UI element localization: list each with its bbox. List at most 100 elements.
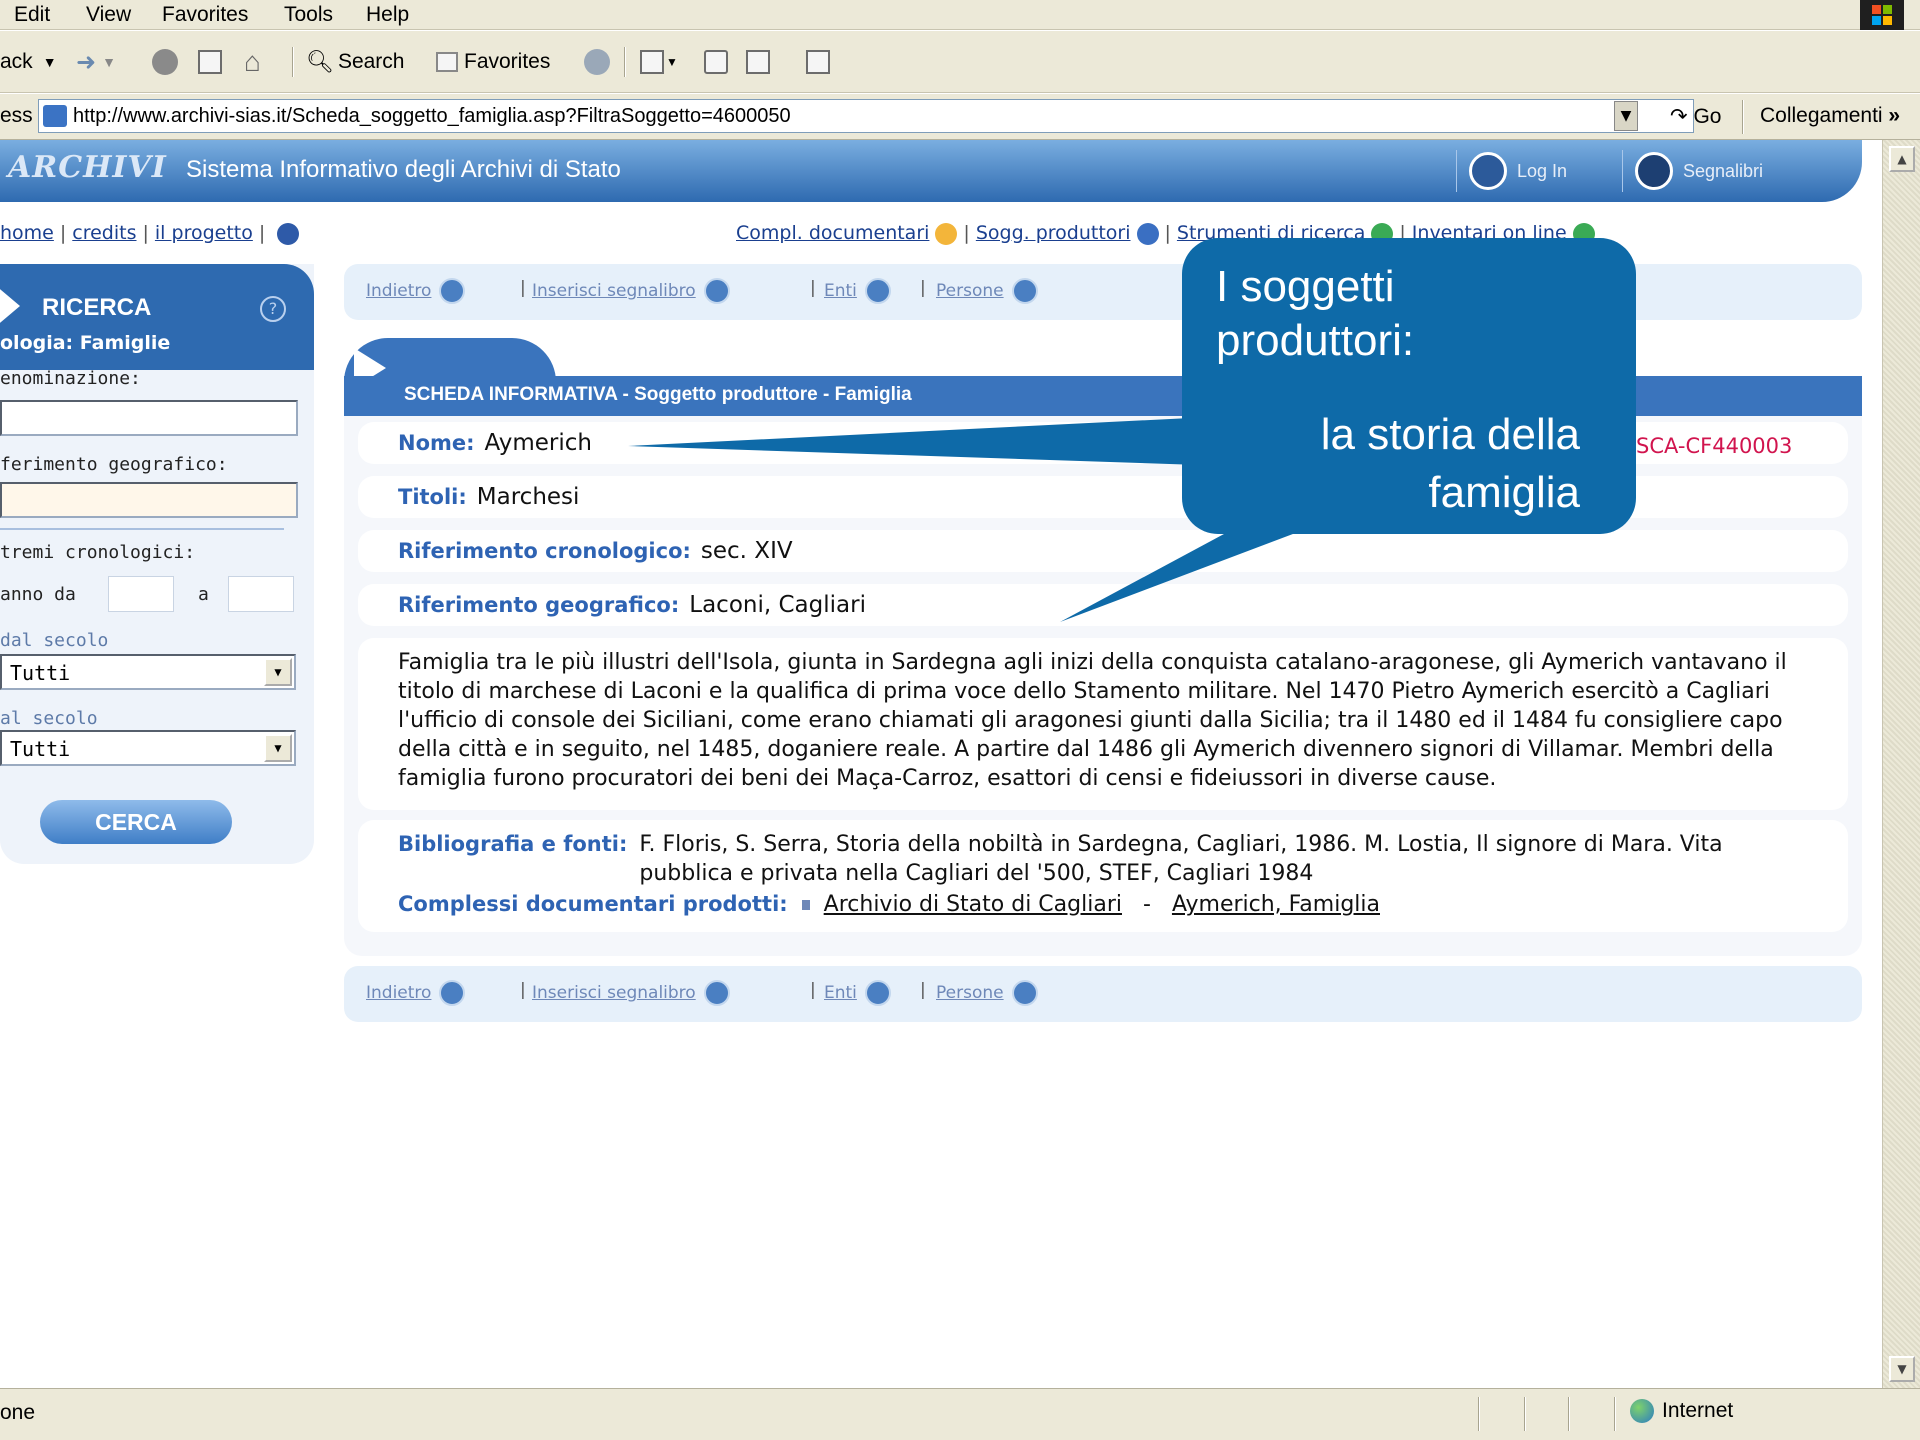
bookmark-icon [1635, 152, 1673, 190]
persone-link[interactable]: Persone [936, 980, 1038, 1006]
stop-button[interactable] [152, 45, 178, 79]
site-title: Sistema Informativo degli Archivi di Sta… [186, 156, 621, 183]
site-logo[interactable]: ARCHIVI [8, 150, 167, 185]
nav-sogg-produttori[interactable]: Sogg. produttori [976, 222, 1131, 244]
bookmarks-label: Segnalibri [1683, 160, 1764, 181]
refresh-button[interactable] [198, 45, 222, 79]
chevron-down-icon[interactable]: ▼ [264, 734, 292, 762]
vertical-scrollbar[interactable]: ▲ ▼ [1882, 140, 1920, 1388]
forward-arrow-icon: ➜ [76, 48, 97, 76]
dal-secolo-select[interactable]: Tutti ▼ [0, 654, 296, 690]
link-aymerich-famiglia[interactable]: Aymerich, Famiglia [1172, 892, 1380, 917]
denominazione-label: enominazione: [0, 368, 141, 389]
callout-title: I soggetti produttori: [1216, 262, 1415, 365]
riferimento-input[interactable] [0, 482, 298, 518]
address-bar: ess http://www.archivi-sias.it/Scheda_so… [0, 94, 1920, 140]
help-icon[interactable]: ? [260, 296, 286, 322]
menu-bar: Edit View Favorites Tools Help [0, 0, 1920, 30]
indietro-link[interactable]: Indietro [366, 278, 466, 304]
field-titoli: Titoli: Marchesi [398, 484, 579, 510]
security-zone: Internet [1630, 1399, 1733, 1423]
print-button[interactable] [704, 45, 728, 79]
back-button[interactable]: ack ▼ [0, 45, 57, 79]
login-label: Log In [1517, 160, 1568, 181]
anno-da-input[interactable] [108, 576, 174, 612]
address-dropdown-button[interactable]: ▼ [1614, 101, 1638, 131]
search-label: Search [337, 50, 405, 73]
edit-icon [746, 50, 770, 74]
cerca-button[interactable]: CERCA [40, 800, 232, 844]
bookmarks-button[interactable]: Segnalibri [1622, 150, 1775, 192]
home-button[interactable]: ⌂ [244, 45, 261, 79]
menu-edit[interactable]: Edit [14, 3, 50, 27]
forward-button[interactable]: ➜ ▼ [76, 45, 116, 79]
enti-link[interactable]: Enti [824, 980, 891, 1006]
separator-dash: - [1142, 892, 1151, 917]
media-button[interactable] [584, 45, 610, 79]
field-cronologico: Riferimento cronologico: sec. XIV [398, 538, 793, 564]
persone-link[interactable]: Persone [936, 278, 1038, 304]
anno-a-input[interactable] [228, 576, 294, 612]
field-label: Riferimento geografico: [398, 593, 680, 617]
refresh-arrow-icon [864, 278, 891, 304]
indietro-label: Indietro [366, 281, 432, 301]
discuss-button[interactable] [806, 45, 830, 79]
al-secolo-label: al secolo [0, 708, 98, 729]
favorites-button[interactable]: Favorites [436, 45, 550, 79]
address-input[interactable]: http://www.archivi-sias.it/Scheda_sogget… [38, 99, 1694, 133]
refresh-arrow-icon [1011, 278, 1038, 304]
favorites-icon [436, 52, 458, 72]
menu-favorites[interactable]: Favorites [162, 3, 248, 27]
check-icon [1469, 152, 1507, 190]
site-header: ARCHIVI Sistema Informativo degli Archiv… [0, 140, 1862, 202]
nav-progetto[interactable]: il progetto [155, 222, 253, 244]
bookmark-icon [703, 278, 730, 304]
persone-label: Persone [936, 983, 1004, 1003]
link-archivio-cagliari[interactable]: Archivio di Stato di Cagliari [824, 892, 1122, 917]
edit-button[interactable] [746, 45, 770, 79]
card-heading: SCHEDA INFORMATIVA - Soggetto produttore… [404, 384, 912, 405]
enti-link[interactable]: Enti [824, 278, 891, 304]
denominazione-input[interactable] [0, 400, 298, 436]
chevron-down-icon[interactable]: ▼ [264, 658, 292, 686]
login-button[interactable]: Log In [1456, 150, 1579, 192]
media-icon [584, 49, 610, 75]
dal-secolo-value: Tutti [10, 661, 71, 685]
go-button[interactable]: ↷ Go [1670, 104, 1721, 129]
field-nome: Nome: Aymerich [398, 430, 592, 456]
anno-da-label: anno da [0, 584, 76, 605]
field-label: Bibliografia e fonti: [398, 832, 628, 856]
annotation-callout: I soggetti produttori: la storia della f… [1182, 238, 1636, 534]
menu-help[interactable]: Help [366, 3, 409, 27]
scroll-up-icon[interactable]: ▲ [1889, 146, 1915, 172]
indietro-link[interactable]: Indietro [366, 980, 466, 1006]
nav-home[interactable]: home [0, 222, 54, 244]
search-button[interactable]: 🔍︎ Search [306, 45, 404, 79]
arrow-icon [0, 284, 20, 328]
menu-view[interactable]: View [86, 3, 131, 27]
help-icon[interactable] [277, 222, 300, 245]
links-chevron-icon: » [1888, 104, 1901, 127]
bullet-icon [801, 900, 810, 910]
field-complessi: Complessi documentari prodotti: Archivio … [398, 892, 1380, 917]
back-arrow-icon [439, 980, 466, 1006]
enti-label: Enti [824, 281, 857, 301]
page-icon [43, 105, 67, 127]
refresh-arrow-icon [1011, 980, 1038, 1006]
links-button[interactable]: Collegamenti » [1760, 104, 1900, 128]
nav-compl-documentari[interactable]: Compl. documentari [736, 222, 929, 244]
riferimento-label: ferimento geografico: [0, 454, 228, 475]
inserisci-segnalibro-link[interactable]: Inserisci segnalibro [532, 980, 730, 1006]
print-icon [704, 50, 728, 74]
al-secolo-select[interactable]: Tutti ▼ [0, 730, 296, 766]
menu-tools[interactable]: Tools [284, 3, 333, 27]
dal-secolo-label: dal secolo [0, 630, 109, 651]
nav-credits[interactable]: credits [72, 222, 136, 244]
callout-subtitle: la storia della famiglia [1320, 410, 1580, 517]
inserisci-segnalibro-link[interactable]: Inserisci segnalibro [532, 278, 730, 304]
back-dropdown-icon: ▼ [42, 54, 57, 70]
history-button[interactable]: ▼ [640, 45, 678, 79]
tipologia-label: ologia: Famiglie [0, 332, 171, 354]
field-label: Riferimento cronologico: [398, 539, 691, 563]
scroll-down-icon[interactable]: ▼ [1889, 1356, 1915, 1382]
